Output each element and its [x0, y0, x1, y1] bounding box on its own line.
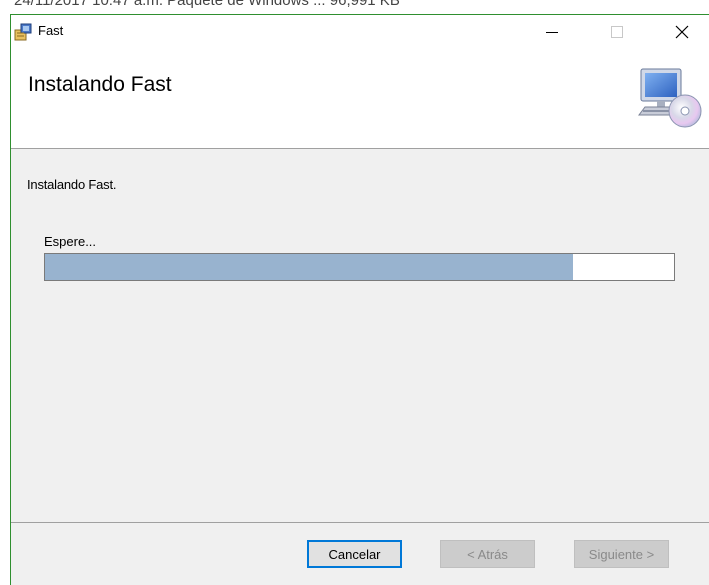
installer-header: Instalando Fast	[11, 49, 709, 149]
maximize-icon	[611, 26, 623, 38]
maximize-button[interactable]	[594, 15, 640, 49]
next-button[interactable]: Siguiente >	[574, 540, 669, 568]
close-icon	[675, 25, 689, 39]
minimize-icon	[546, 32, 558, 33]
computer-cd-icon	[638, 68, 702, 128]
install-status-text: Instalando Fast.	[27, 177, 117, 192]
installer-window: Fast Instalando Fast Instalando Fast. Es…	[10, 14, 709, 585]
close-button[interactable]	[659, 15, 705, 49]
minimize-button[interactable]	[529, 15, 575, 49]
background-file-row-text: 24/11/2017 10:47 a.m. Paquete de Windows…	[14, 0, 400, 9]
background-window-strip: 24/11/2017 10:47 a.m. Paquete de Windows…	[0, 0, 709, 14]
header-title: Instalando Fast	[28, 73, 172, 96]
footer-divider	[11, 522, 709, 523]
window-title: Fast	[38, 23, 64, 38]
title-bar[interactable]: Fast	[11, 15, 709, 49]
cancel-button[interactable]: Cancelar	[307, 540, 402, 568]
install-progress-bar	[44, 253, 675, 281]
install-progress-fill	[45, 254, 574, 280]
wait-label: Espere...	[44, 234, 97, 249]
back-button[interactable]: < Atrás	[440, 540, 535, 568]
installer-app-icon	[14, 23, 32, 41]
